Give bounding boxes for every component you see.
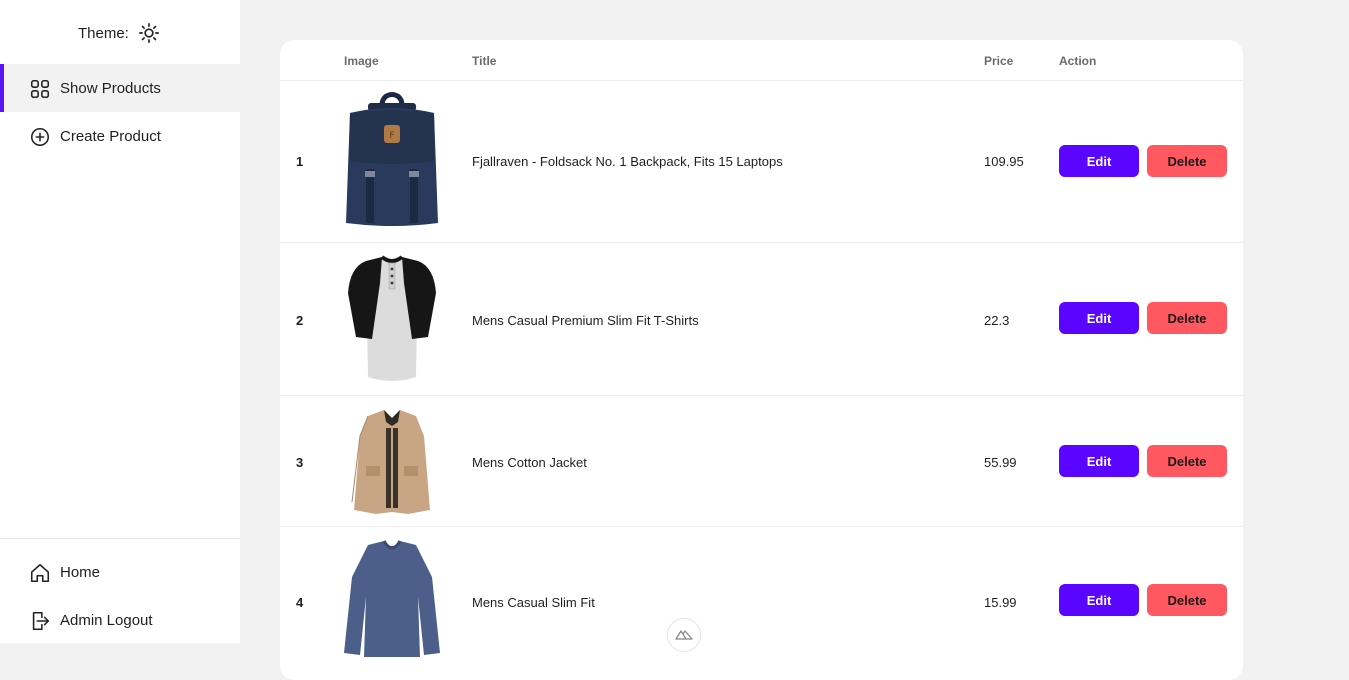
table-row: 2 Mens Casual Premium Slim Fit T-Shirts … <box>280 243 1243 396</box>
table-row: 4 Mens Casual Slim Fit 15.99 Edit Delete <box>280 527 1243 680</box>
nav-home[interactable]: Home <box>0 548 240 596</box>
edit-button[interactable]: Edit <box>1059 584 1139 616</box>
theme-label: Theme: <box>78 24 129 42</box>
delete-button[interactable]: Delete <box>1147 584 1227 616</box>
product-price: 22.3 <box>984 313 1010 328</box>
table-header: Image Title Price Action <box>280 40 1243 81</box>
svg-text:F: F <box>389 131 394 141</box>
header-action: Action <box>1059 54 1097 68</box>
theme-toggle[interactable]: Theme: <box>78 20 160 46</box>
grid-icon <box>29 78 51 100</box>
row-number: 4 <box>296 595 304 610</box>
row-number: 2 <box>296 313 304 328</box>
nuxt-logo-icon <box>675 627 693 645</box>
sidebar-divider <box>0 538 240 539</box>
raglan-tshirt-image <box>342 253 442 383</box>
devtools-badge[interactable] <box>667 618 701 652</box>
product-price: 109.95 <box>984 154 1024 169</box>
nav-show-products-label: Show Products <box>60 79 161 97</box>
delete-button[interactable]: Delete <box>1147 445 1227 477</box>
product-title: Mens Casual Premium Slim Fit T-Shirts <box>472 313 699 328</box>
edit-button[interactable]: Edit <box>1059 145 1139 177</box>
delete-button[interactable]: Delete <box>1147 302 1227 334</box>
product-title: Mens Cotton Jacket <box>472 455 587 470</box>
home-icon <box>29 562 51 584</box>
product-title: Mens Casual Slim Fit <box>472 595 595 610</box>
row-number: 1 <box>296 154 304 169</box>
long-sleeve-shirt-image <box>342 537 442 657</box>
sidebar: Theme: Show Products Create Product Home… <box>0 0 240 643</box>
backpack-image: F <box>342 91 442 231</box>
sun-icon[interactable] <box>138 22 160 44</box>
header-title: Title <box>472 54 497 68</box>
delete-button[interactable]: Delete <box>1147 145 1227 177</box>
nav-admin-logout-label: Admin Logout <box>60 611 153 629</box>
row-number: 3 <box>296 455 304 470</box>
product-price: 15.99 <box>984 595 1017 610</box>
logout-icon <box>29 610 51 632</box>
nav-create-product[interactable]: Create Product <box>0 112 240 160</box>
product-title: Fjallraven - Foldsack No. 1 Backpack, Fi… <box>472 154 783 169</box>
nav-create-product-label: Create Product <box>60 127 161 145</box>
products-table: Image Title Price Action 1 F Fjallraven … <box>280 40 1243 680</box>
nav-home-label: Home <box>60 563 101 581</box>
product-price: 55.99 <box>984 455 1017 470</box>
header-image: Image <box>344 54 379 68</box>
edit-button[interactable]: Edit <box>1059 302 1139 334</box>
cotton-jacket-image <box>342 406 442 516</box>
edit-button[interactable]: Edit <box>1059 445 1139 477</box>
nav-show-products[interactable]: Show Products <box>0 64 240 112</box>
table-row: 1 F Fjallraven - Foldsack No. 1 Backpack… <box>280 81 1243 243</box>
nav-admin-logout[interactable]: Admin Logout <box>0 596 240 644</box>
plus-circle-icon <box>29 126 51 148</box>
table-row: 3 Mens Cotton Jacket 55.99 Edit Delete <box>280 396 1243 527</box>
header-price: Price <box>984 54 1014 68</box>
